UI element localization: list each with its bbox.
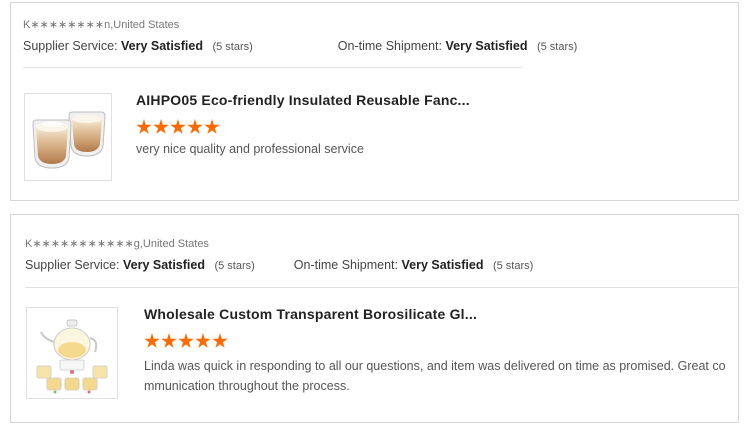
star-icon bbox=[136, 119, 152, 134]
star-icon bbox=[144, 333, 160, 348]
divider bbox=[23, 67, 522, 68]
review-comment: Linda was quick in responding to all our… bbox=[144, 359, 726, 393]
star-icon bbox=[170, 119, 186, 134]
review-card: K∗∗∗∗∗∗∗∗∗∗∗g,United States Supplier Ser… bbox=[10, 214, 739, 423]
supplier-service-stars: (5 stars) bbox=[214, 260, 255, 272]
glass-teapot-set-icon bbox=[36, 319, 108, 394]
shipment-stars: (5 stars) bbox=[536, 41, 578, 53]
star-icon bbox=[212, 333, 228, 348]
star-rating bbox=[144, 333, 228, 349]
supplier-service-value: Very Satisfied bbox=[120, 39, 203, 53]
star-icon bbox=[161, 333, 177, 348]
service-ratings: Supplier Service: Very Satisfied (5 star… bbox=[25, 258, 533, 272]
supplier-service-label: Supplier Service: bbox=[25, 258, 120, 272]
shipment-stars: (5 stars) bbox=[492, 260, 534, 272]
buyer-name: K∗∗∗∗∗∗∗∗n,United States bbox=[23, 19, 180, 31]
product-thumbnail[interactable] bbox=[26, 307, 118, 399]
shipment-label: On-time Shipment: bbox=[293, 258, 398, 272]
star-icon bbox=[187, 119, 203, 134]
review-card: K∗∗∗∗∗∗∗∗n,United States Supplier Servic… bbox=[10, 2, 739, 201]
divider bbox=[25, 287, 739, 288]
product-title[interactable]: AIHPO05 Eco-friendly Insulated Reusable … bbox=[136, 92, 470, 108]
star-icon bbox=[195, 333, 211, 348]
service-ratings: Supplier Service: Very Satisfied (5 star… bbox=[23, 39, 577, 53]
shipment-value: Very Satisfied bbox=[401, 258, 484, 272]
star-rating bbox=[136, 119, 220, 135]
star-icon bbox=[204, 119, 220, 134]
shipment-label: On-time Shipment: bbox=[337, 39, 442, 53]
review-comment: very nice quality and professional servi… bbox=[136, 142, 364, 156]
product-title[interactable]: Wholesale Custom Transparent Borosilicat… bbox=[144, 306, 477, 322]
supplier-service-value: Very Satisfied bbox=[122, 258, 205, 272]
star-icon bbox=[153, 119, 169, 134]
supplier-service-stars: (5 stars) bbox=[212, 41, 253, 53]
supplier-service-label: Supplier Service: bbox=[23, 39, 118, 53]
shipment-value: Very Satisfied bbox=[445, 39, 528, 53]
product-thumbnail[interactable] bbox=[24, 93, 112, 181]
double-wall-glass-cups-icon bbox=[32, 111, 106, 169]
star-icon bbox=[178, 333, 194, 348]
buyer-name: K∗∗∗∗∗∗∗∗∗∗∗g,United States bbox=[25, 238, 209, 250]
